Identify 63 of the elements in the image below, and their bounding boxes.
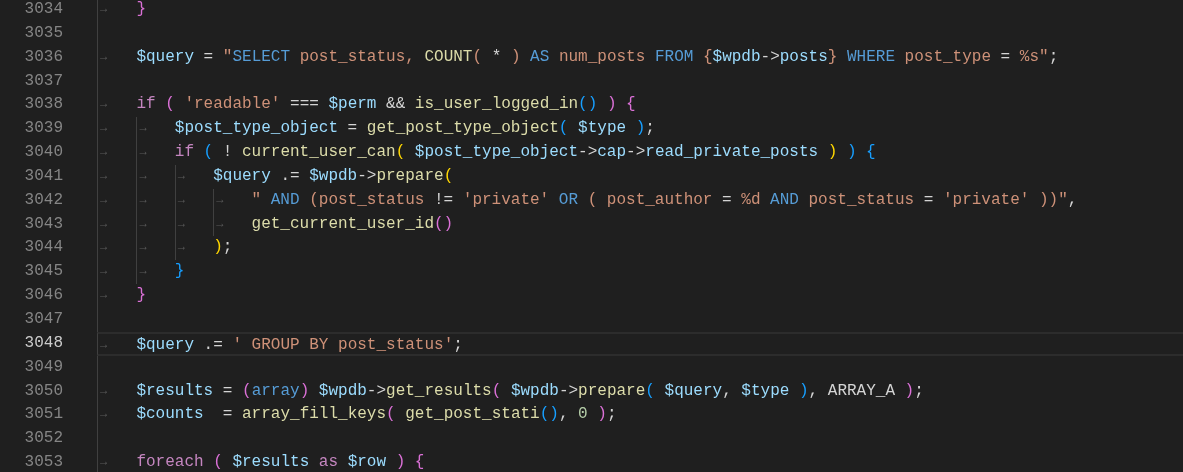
line-number: 3051: [24, 404, 63, 426]
code-line: $query .= ' GROUP BY post_status';: [136, 334, 463, 354]
tab-arrow: →: [138, 215, 147, 233]
tab-arrow: →: [99, 336, 108, 354]
tab-arrow: →: [215, 215, 224, 233]
code-line: $post_type_object = get_post_type_object( $type );: [174, 118, 655, 140]
tab-arrow: →: [99, 96, 108, 114]
line-number: 3049: [24, 356, 63, 378]
code-line: get_current_user_id(): [251, 213, 454, 235]
line-number: 3037: [24, 70, 63, 92]
code-line: }: [136, 285, 146, 307]
code-line: if ( ! current_user_can( $post_type_object->cap->read_private_posts ) ) {: [174, 142, 876, 164]
tab-arrow: →: [138, 239, 147, 257]
code-line: $query .= $wpdb->prepare(: [213, 165, 454, 187]
line-number: 3050: [24, 380, 63, 402]
line-number: 3036: [24, 46, 63, 68]
code-line: foreach ( $results as $row ) {: [136, 452, 425, 472]
line-number: 3035: [24, 22, 63, 44]
tab-arrow: →: [176, 191, 185, 209]
tab-arrow: →: [99, 382, 108, 400]
tab-arrow: →: [99, 48, 108, 66]
tab-arrow: →: [138, 144, 147, 162]
tab-arrow: →: [138, 167, 147, 185]
line-number: 3040: [24, 142, 63, 164]
tab-arrow: →: [138, 191, 147, 209]
tab-arrow: →: [138, 120, 147, 138]
line-number: 3047: [24, 308, 63, 330]
line-number: 3041: [24, 165, 63, 187]
code-line: $query = "SELECT post_status, COUNT( * ) AS num_posts FROM {$wpdb->posts} WHERE post_type = %s";: [136, 46, 1059, 68]
line-number: 3052: [24, 428, 63, 450]
line-number: 3046: [24, 285, 63, 307]
tab-arrow: →: [99, 263, 108, 281]
tab-arrow: →: [138, 263, 147, 281]
line-number: 3034: [24, 0, 63, 20]
line-number: 3048: [24, 332, 63, 354]
line-number: 3043: [24, 213, 63, 235]
tab-arrow: →: [99, 406, 108, 424]
tab-arrow: →: [99, 239, 108, 257]
code-line: $results = (array) $wpdb->get_results( $wpdb->prepare( $query, $type ), ARRAY_A );: [136, 380, 924, 402]
tab-arrow: →: [176, 167, 185, 185]
tab-arrow: →: [99, 1, 108, 18]
line-number: 3039: [24, 118, 63, 140]
tab-arrow: →: [99, 454, 108, 472]
line-number: 3044: [24, 237, 63, 259]
tab-arrow: →: [99, 144, 108, 162]
tab-arrow: →: [99, 191, 108, 209]
line-number: 3042: [24, 189, 63, 211]
code-line: }: [136, 0, 146, 20]
code-line: );: [213, 237, 233, 259]
code-line: }: [174, 261, 185, 283]
line-number: 3045: [24, 261, 63, 283]
tab-arrow: →: [215, 191, 224, 209]
code-line: $counts = array_fill_keys( get_post_stati(), 0 );: [136, 404, 617, 426]
tab-arrow: →: [176, 239, 185, 257]
line-number: 3038: [24, 94, 63, 116]
code-line: " AND (post_status != 'private' OR ( post_author = %d AND post_status = 'private' ))",: [251, 189, 1078, 211]
tab-arrow: →: [176, 215, 185, 233]
tab-arrow: →: [99, 167, 108, 185]
tab-arrow: →: [99, 215, 108, 233]
code-line: if ( 'readable' === $perm && is_user_logged_in() ) {: [136, 94, 636, 116]
tab-arrow: →: [99, 120, 108, 138]
tab-arrow: →: [99, 287, 108, 305]
line-number: 3053: [24, 452, 63, 472]
